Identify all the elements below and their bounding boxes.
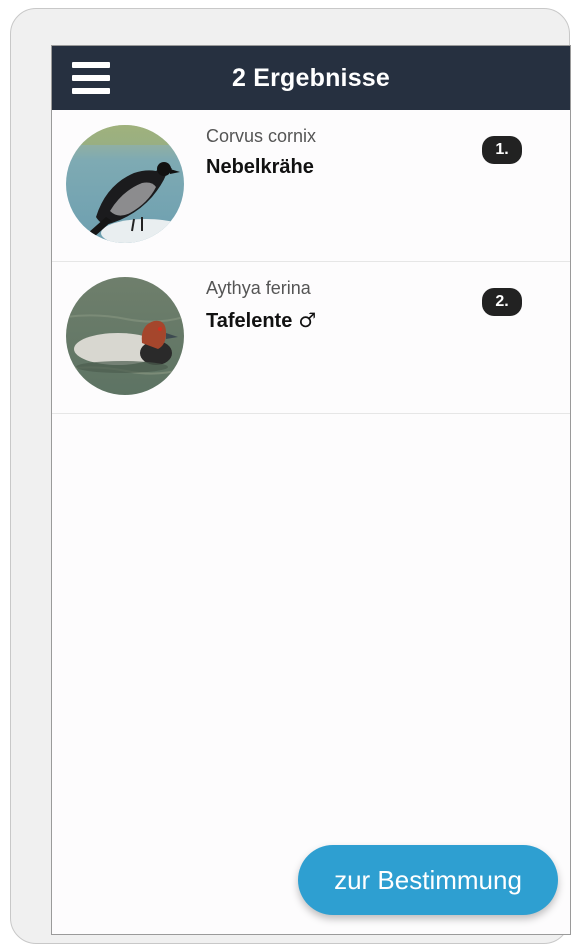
rank-badge: 2.: [482, 288, 522, 316]
common-name: Tafelente ♂: [206, 308, 316, 333]
common-name-text: Tafelente: [206, 310, 293, 332]
common-name: Nebelkrähe: [206, 156, 314, 179]
scientific-name: Aythya ferina: [206, 278, 311, 298]
top-app-bar: 2 Ergebnisse: [52, 46, 570, 110]
male-symbol-icon: ♂: [298, 308, 317, 332]
hooded-crow-photo: [66, 125, 184, 243]
device-frame: 2 Ergebnisse Corvus cornix Nebelkrähe 1.…: [10, 8, 571, 944]
common-name-text: Nebelkrähe: [206, 156, 314, 178]
result-item-corvus-cornix[interactable]: Corvus cornix Nebelkrähe 1.: [52, 110, 570, 262]
scientific-name: Corvus cornix: [206, 126, 317, 146]
page-title: 2 Ergebnisse: [231, 64, 391, 92]
app-screen: 2 Ergebnisse Corvus cornix Nebelkrähe 1.…: [51, 45, 571, 935]
rank-badge: 1.: [482, 136, 522, 164]
result-item-aythya-ferina[interactable]: Aythya ferina Tafelente ♂ 2.: [52, 262, 570, 414]
results-list: Corvus cornix Nebelkrähe 1. Aythya ferin…: [52, 110, 570, 414]
zur-bestimmung-button[interactable]: zur Bestimmung: [298, 845, 558, 915]
common-pochard-photo: [66, 277, 184, 395]
